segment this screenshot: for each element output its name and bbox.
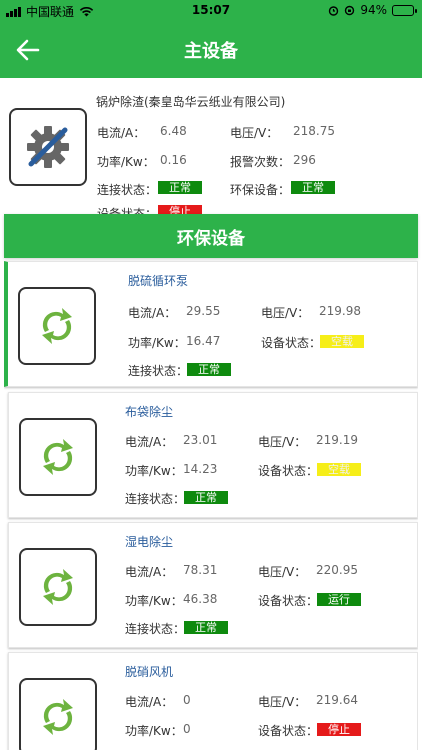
connection-status-badge: 正常 [184, 491, 228, 504]
device-name: 脱硝风机 [125, 665, 174, 679]
refresh-cycle-icon [43, 699, 73, 735]
power-label: 功率/Kw： [125, 464, 183, 478]
current-value: 6.48 [160, 124, 187, 138]
voltage-label: 电压/V： [230, 126, 279, 140]
connection-status-badge: 正常 [184, 621, 228, 634]
power-label: 功率/Kw： [125, 594, 183, 608]
voltage-value: 218.75 [293, 124, 335, 138]
current-label: 电流/A： [125, 565, 174, 579]
voltage-value: 219.64 [316, 693, 358, 707]
device-name: 脱硫循环泵 [128, 274, 189, 288]
connection-label: 连接状态： [97, 183, 158, 197]
device-status-label: 设备状态： [258, 594, 319, 608]
rotation-lock-icon [345, 5, 355, 15]
voltage-label: 电压/V： [258, 695, 307, 709]
device-card[interactable]: 布袋除尘 电流/A： 23.01 电压/V： 219.19 功率/Kw： 14.… [8, 392, 418, 518]
current-label: 电流/A： [125, 435, 174, 449]
current-label: 电流/A： [128, 306, 177, 320]
power-value: 0 [183, 722, 191, 736]
connection-label: 连接状态： [125, 622, 186, 636]
device-status-badge: 空载 [317, 463, 361, 476]
connection-label: 连接状态： [125, 492, 186, 506]
device-icon-box [19, 678, 97, 750]
current-value: 78.31 [183, 563, 218, 577]
power-value: 0.16 [160, 153, 187, 167]
current-value: 23.01 [183, 433, 218, 447]
section-header: 环保设备 [4, 214, 418, 258]
status-bar: 中国联通 15:07 94% [0, 0, 422, 20]
device-card[interactable]: 湿电除尘 电流/A： 78.31 电压/V： 220.95 功率/Kw： 46.… [8, 522, 418, 648]
device-status-badge: 运行 [317, 593, 361, 606]
battery-icon [392, 4, 417, 16]
alarm-clock-icon [329, 5, 339, 16]
device-status-label: 设备状态： [258, 724, 319, 738]
gear-icon [27, 126, 69, 168]
status-right: 94% [328, 3, 417, 17]
device-status-label: 设备状态： [258, 464, 319, 478]
power-value: 16.47 [186, 334, 221, 348]
main-device-icon-box [9, 108, 87, 186]
device-card[interactable]: 脱硫循环泵 电流/A： 29.55 电压/V： 219.98 功率/Kw： 16… [4, 261, 418, 387]
voltage-label: 电压/V： [258, 565, 307, 579]
alarm-label: 报警次数： [230, 155, 291, 169]
device-name: 湿电除尘 [125, 535, 174, 549]
voltage-value: 220.95 [316, 563, 358, 577]
current-label: 电流/A： [97, 126, 146, 140]
device-icon-box [18, 287, 96, 365]
device-status-badge: 停止 [317, 723, 361, 736]
refresh-cycle-icon [42, 308, 72, 344]
device-card[interactable]: 脱硝风机 电流/A： 0 电压/V： 219.64 功率/Kw： 0 设备状态：… [8, 652, 418, 750]
battery-percent: 94% [360, 3, 387, 17]
nav-bar: 主设备 [0, 20, 422, 78]
current-label: 电流/A： [125, 695, 174, 709]
current-value: 0 [183, 693, 191, 707]
env-device-label: 环保设备： [230, 183, 291, 197]
env-device-list[interactable]: 脱硫循环泵 电流/A： 29.55 电压/V： 219.98 功率/Kw： 16… [4, 258, 418, 750]
power-label: 功率/Kw： [97, 155, 155, 169]
power-value: 46.38 [183, 592, 218, 606]
device-name: 布袋除尘 [125, 405, 174, 419]
power-label: 功率/Kw： [128, 336, 186, 350]
alarm-count: 296 [293, 153, 316, 167]
connection-status-badge: 正常 [158, 181, 202, 194]
main-device-name: 锅炉除渣(秦皇岛华云纸业有限公司) [96, 95, 286, 109]
current-value: 29.55 [186, 304, 221, 318]
voltage-value: 219.19 [316, 433, 358, 447]
refresh-cycle-icon [43, 439, 73, 475]
page-title: 主设备 [184, 41, 238, 62]
device-status-label: 设备状态： [261, 336, 322, 350]
env-device-status-badge: 正常 [291, 181, 335, 194]
voltage-label: 电压/V： [261, 306, 310, 320]
refresh-cycle-icon [43, 569, 73, 605]
voltage-label: 电压/V： [258, 435, 307, 449]
connection-status-badge: 正常 [187, 363, 231, 376]
power-value: 14.23 [183, 462, 218, 476]
voltage-value: 219.98 [319, 304, 361, 318]
main-device-panel[interactable]: 锅炉除渣(秦皇岛华云纸业有限公司) 电流/A： 6.48 电压/V： 218.7… [0, 78, 422, 216]
device-status-badge: 空载 [320, 335, 364, 348]
device-icon-box [19, 548, 97, 626]
device-icon-box [19, 418, 97, 496]
power-label: 功率/Kw： [125, 724, 183, 738]
connection-label: 连接状态： [128, 364, 189, 378]
